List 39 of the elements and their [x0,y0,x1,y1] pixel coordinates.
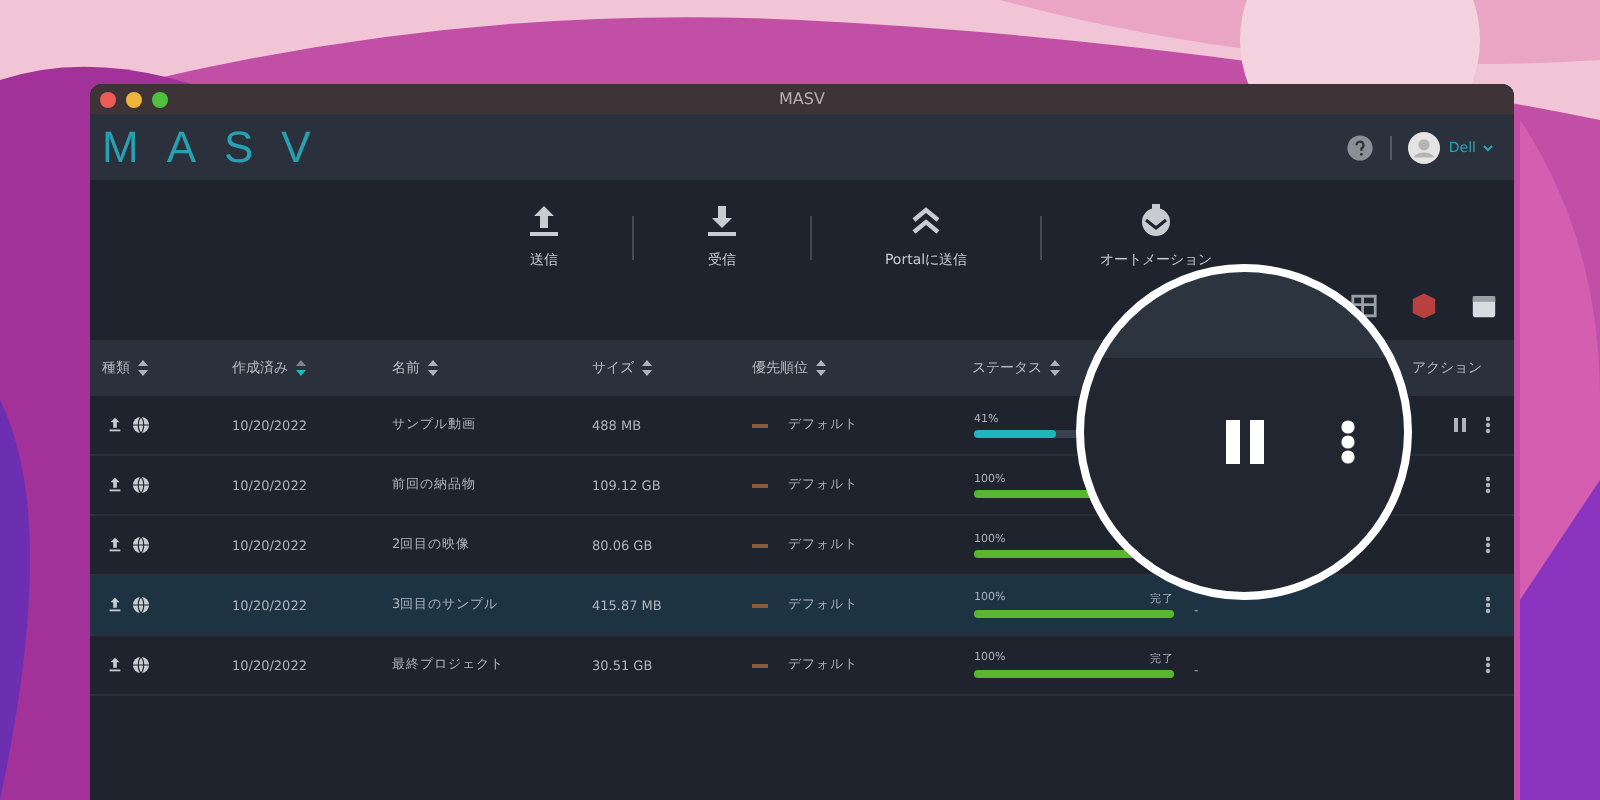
dash-icon [752,483,768,487]
sort-icon[interactable] [138,360,148,376]
globe-icon [132,476,150,494]
help-icon[interactable] [1346,133,1375,161]
upload-icon [524,200,564,240]
upload-icon [106,656,124,674]
sort-icon[interactable] [428,360,438,376]
upload-icon [106,536,124,554]
pause-icon[interactable] [1454,416,1466,434]
globe-icon [132,596,150,614]
window-title: MASV [779,90,825,108]
upload-icon [106,416,124,434]
caret-icon[interactable] [1482,141,1494,153]
sort-icon[interactable] [642,360,652,376]
upload-icon [106,596,124,614]
more-icon[interactable] [1482,596,1494,614]
dash-icon [752,423,768,427]
pause-icon[interactable] [1226,420,1264,464]
logo: MASV [102,121,339,173]
more-icon[interactable] [1482,476,1494,494]
more-icon[interactable] [1340,420,1356,464]
sort-icon[interactable] [816,360,826,376]
more-icon[interactable] [1482,416,1494,434]
avatar-icon[interactable] [1408,131,1441,163]
globe-icon [132,656,150,674]
calendar-icon[interactable] [1470,292,1498,320]
sort-icon[interactable] [1050,360,1060,376]
more-icon[interactable] [1482,656,1494,674]
more-icon[interactable] [1482,536,1494,554]
upload-icon [106,476,124,494]
sort-descending-icon[interactable] [296,360,306,376]
globe-icon [132,536,150,554]
dash-icon [752,603,768,607]
hexagon-icon[interactable] [1410,292,1438,320]
download-icon [702,200,742,240]
globe-icon [132,416,150,434]
dash-icon [752,663,768,667]
robot-icon [1136,200,1176,240]
dash-icon [752,543,768,547]
